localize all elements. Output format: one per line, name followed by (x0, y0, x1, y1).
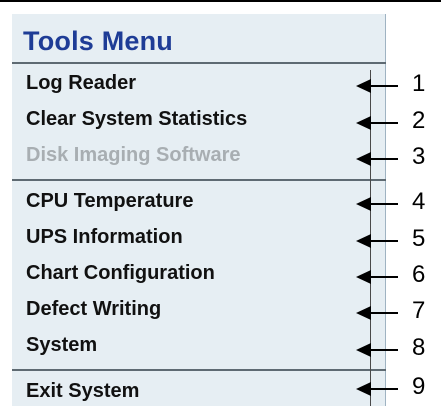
annotation-number-4: 4 (412, 188, 426, 215)
annotation-arrow-7 (356, 306, 398, 320)
tools-menu: Tools Menu Log Reader Clear System Stati… (12, 14, 386, 406)
annotation-arrow-2 (356, 116, 398, 130)
annotation-arrow-6 (356, 270, 398, 284)
menu-separator-top (12, 62, 386, 64)
menu-separator-bottom (12, 369, 386, 371)
menu-item-disk-imaging-software: Disk Imaging Software (26, 144, 241, 166)
menu-item-ups-information[interactable]: UPS Information (26, 226, 183, 249)
annotation-arrow-8 (356, 343, 398, 357)
annotation-number-7: 7 (412, 297, 426, 324)
menu-separator-middle (12, 179, 386, 181)
menu-item-chart-configuration[interactable]: Chart Configuration (26, 262, 215, 285)
annotation-number-1: 1 (412, 70, 426, 97)
annotation-number-9: 9 (412, 373, 426, 400)
menu-item-cpu-temperature[interactable]: CPU Temperature (26, 190, 193, 213)
menu-title: Tools Menu (23, 26, 173, 56)
annotation-number-2: 2 (412, 107, 426, 134)
annotation-arrow-9 (356, 382, 398, 396)
top-rule (0, 0, 441, 2)
annotation-number-6: 6 (412, 261, 426, 288)
annotation-arrow-5 (356, 234, 398, 248)
annotation-arrow-4 (356, 197, 398, 211)
annotation-arrow-3 (356, 152, 398, 166)
annotation-arrow-1 (356, 79, 398, 93)
menu-item-log-reader[interactable]: Log Reader (26, 72, 136, 95)
annotation-number-5: 5 (412, 225, 426, 252)
menu-item-exit-system[interactable]: Exit System (26, 380, 139, 403)
annotation-number-3: 3 (412, 143, 426, 170)
menu-item-system[interactable]: System (26, 334, 97, 357)
menu-item-defect-writing[interactable]: Defect Writing (26, 298, 161, 321)
annotation-number-8: 8 (412, 334, 426, 361)
menu-item-clear-system-statistics[interactable]: Clear System Statistics (26, 108, 247, 131)
